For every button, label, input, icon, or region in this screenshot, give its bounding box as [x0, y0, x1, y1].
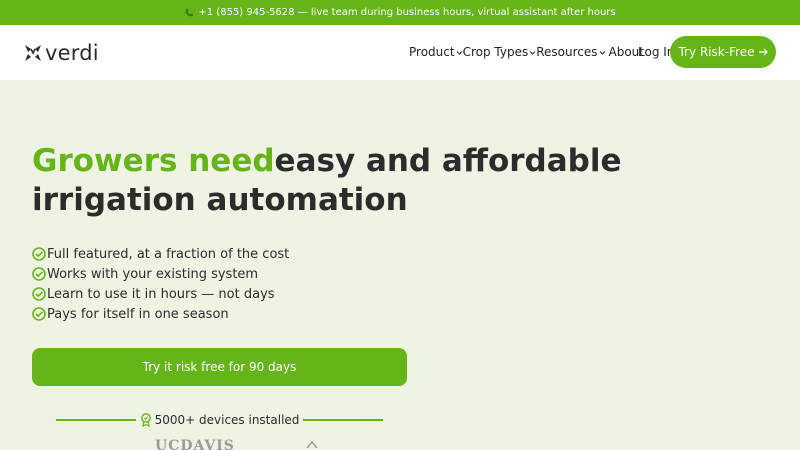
feature-list: Full featured, at a fraction of the cost…: [32, 244, 289, 324]
devices-installed-text: 5000+ devices installed: [154, 413, 300, 427]
list-item: Works with your existing system: [32, 264, 289, 284]
partner-logo-icon: [306, 440, 318, 449]
list-item: Learn to use it in hours — not days: [32, 284, 289, 304]
divider-line: [303, 419, 383, 421]
divider-line: [56, 419, 136, 421]
ucdavis-logo: UCDAVIS: [155, 438, 235, 450]
brand-logo[interactable]: verdi: [24, 41, 99, 65]
nav-item-crop-types[interactable]: Crop Types: [463, 45, 537, 59]
cta-label: Try it risk free for 90 days: [142, 360, 297, 374]
check-circle-icon: [32, 267, 46, 281]
hero-title: Growers needeasy and affordable irrigati…: [32, 142, 772, 220]
nav-item-product[interactable]: Product: [409, 45, 463, 59]
award-icon: [140, 413, 151, 427]
announcement-bar: +1 (855) 945-5628 — live team during bus…: [0, 0, 800, 25]
feature-text: Works with your existing system: [47, 266, 259, 282]
feature-text: Pays for itself in one season: [47, 306, 229, 322]
phone-icon: [185, 8, 194, 16]
navbar: verdi Product Crop Types Resources About…: [0, 25, 800, 80]
feature-text: Full featured, at a fraction of the cost: [47, 246, 290, 262]
verdi-logo-icon: [25, 45, 41, 61]
announcement-text: +1 (855) 945-5628 — live team during bus…: [198, 7, 616, 18]
hero-title-accent: Growers need: [32, 143, 275, 179]
chevron-down-icon: [599, 50, 605, 55]
arrow-right-icon: [758, 48, 768, 56]
feature-text: Learn to use it in hours — not days: [47, 286, 275, 302]
login-link[interactable]: Log In: [638, 45, 674, 59]
nav-item-label: Resources: [536, 45, 598, 59]
nav-item-label: Crop Types: [462, 45, 529, 59]
devices-installed-divider: 5000+ devices installed: [56, 410, 383, 430]
try-risk-free-button[interactable]: Try Risk-Free: [670, 36, 776, 68]
try-free-90-days-button[interactable]: Try it risk free for 90 days: [32, 348, 407, 386]
check-circle-icon: [32, 307, 46, 321]
list-item: Full featured, at a fraction of the cost: [32, 244, 289, 264]
nav-item-label: Product: [409, 45, 455, 59]
brand-name: verdi: [45, 41, 99, 65]
nav-item-resources[interactable]: Resources: [536, 45, 605, 59]
check-circle-icon: [32, 287, 46, 301]
check-circle-icon: [32, 247, 46, 261]
partner-logos: UCDAVIS: [155, 438, 355, 450]
chevron-down-icon: [529, 50, 536, 55]
try-risk-free-label: Try Risk-Free: [678, 45, 755, 59]
list-item: Pays for itself in one season: [32, 304, 289, 324]
devices-installed-badge: 5000+ devices installed: [136, 413, 304, 427]
main-nav: Product Crop Types Resources About: [409, 45, 644, 59]
chevron-down-icon: [456, 50, 462, 55]
